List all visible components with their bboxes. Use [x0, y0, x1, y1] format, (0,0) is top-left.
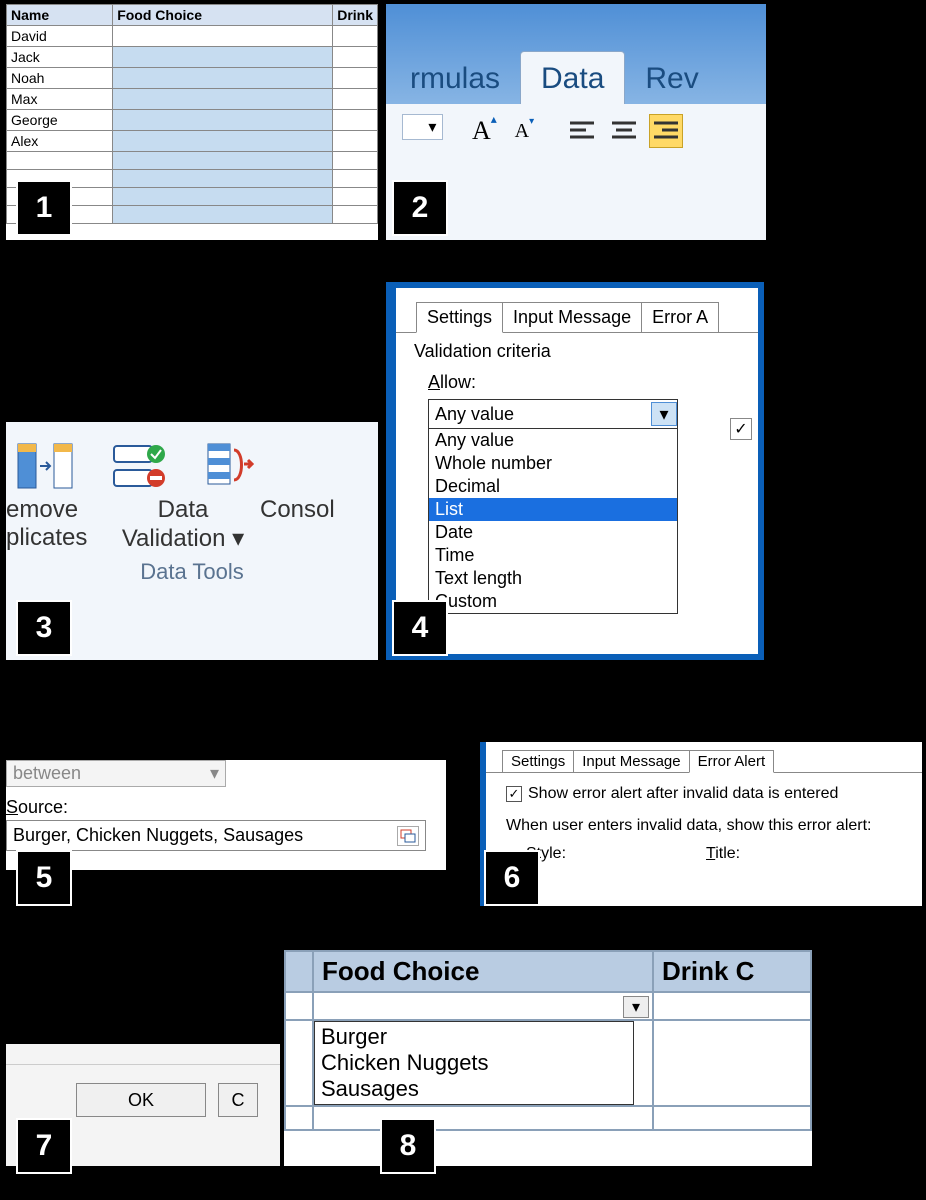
consolidate-icon[interactable]	[204, 440, 264, 496]
dd-option[interactable]: Burger	[321, 1024, 627, 1050]
cell-name[interactable]: Alex	[7, 131, 113, 152]
align-left-icon[interactable]	[565, 114, 599, 148]
cell-name[interactable]: David	[7, 26, 113, 47]
validation-label-2: Validation	[122, 525, 226, 552]
data-combobox-disabled: between▾	[6, 760, 226, 787]
col-food: Food Choice	[113, 5, 333, 26]
col-drink: Drink	[333, 5, 378, 26]
step-number-3: 3	[16, 600, 72, 656]
chevron-down-icon[interactable]: ▾	[651, 402, 677, 426]
option-custom[interactable]: Custom	[429, 590, 677, 613]
validation-label-1: Data	[118, 496, 248, 524]
allow-dropdown-list[interactable]: Any value Whole number Decimal List Date…	[428, 429, 678, 614]
style-label: tyle:	[537, 845, 566, 862]
chevron-down-icon[interactable]: ▾	[232, 525, 244, 552]
option-text-length[interactable]: Text length	[429, 567, 677, 590]
panel-8-result: Food Choice Drink C ▾ Burger Chicken Nug…	[284, 950, 812, 1166]
dd-option[interactable]: Sausages	[321, 1076, 627, 1102]
step-number-4: 4	[392, 600, 448, 656]
allow-selected: Any value	[435, 404, 514, 425]
step-number-2: 2	[392, 180, 448, 236]
remove-duplicates-icon[interactable]	[16, 440, 76, 496]
tab-data[interactable]: Data	[520, 51, 625, 104]
option-decimal[interactable]: Decimal	[429, 475, 677, 498]
step-number-7: 7	[16, 1118, 72, 1174]
tab-formulas[interactable]: rmulas	[390, 52, 520, 104]
step-number-1: 1	[16, 180, 72, 236]
tab-input-message[interactable]: Input Message	[573, 750, 689, 773]
option-time[interactable]: Time	[429, 544, 677, 567]
step-number-5: 5	[16, 850, 72, 906]
option-any-value[interactable]: Any value	[429, 429, 677, 452]
cell-name[interactable]: Max	[7, 89, 113, 110]
ok-button[interactable]: OK	[76, 1083, 206, 1117]
panel-5-source: between▾ Source: Burger, Chicken Nuggets…	[6, 760, 446, 870]
option-list[interactable]: List	[429, 498, 677, 521]
cell-name[interactable]: George	[7, 110, 113, 131]
step-number-8: 8	[380, 1118, 436, 1174]
option-whole-number[interactable]: Whole number	[429, 452, 677, 475]
error-note: When user enters invalid data, show this…	[506, 817, 922, 835]
show-error-checkbox[interactable]: ✓	[506, 786, 522, 802]
allow-label: llow:	[440, 372, 476, 392]
show-error-label: Show error alert after invalid data is e…	[528, 785, 838, 803]
decrease-font-icon[interactable]: A▾	[507, 114, 541, 148]
align-center-icon[interactable]	[607, 114, 641, 148]
remove-label-2: plicates	[6, 524, 106, 552]
tab-error-alert[interactable]: Error A	[641, 302, 719, 333]
checkbox[interactable]: ✓	[730, 418, 752, 440]
col-food-choice: Food Choice	[313, 951, 653, 992]
dd-option[interactable]: Chicken Nuggets	[321, 1050, 627, 1076]
validated-cell[interactable]: ▾	[313, 992, 653, 1020]
ribbon-group-label: Data Tools	[6, 559, 378, 585]
tab-input-message[interactable]: Input Message	[502, 302, 642, 333]
dropdown-arrow-icon[interactable]: ▾	[623, 996, 649, 1018]
dropdown-list[interactable]: Burger Chicken Nuggets Sausages	[314, 1021, 634, 1105]
col-drink: Drink C	[653, 951, 811, 992]
tab-review[interactable]: Rev	[625, 52, 718, 104]
increase-font-icon[interactable]: A▴	[467, 114, 501, 148]
source-input[interactable]: Burger, Chicken Nuggets, Sausages	[6, 820, 426, 851]
panel-6-error-alert: Settings Input Message Error Alert ✓ Sho…	[480, 742, 922, 906]
tab-settings[interactable]: Settings	[416, 302, 503, 333]
cell-name[interactable]: Jack	[7, 47, 113, 68]
source-label: ource:	[18, 797, 68, 817]
remove-label-1: emove	[6, 496, 106, 524]
allow-combobox[interactable]: Any value ▾	[428, 399, 678, 429]
step-number-6: 6	[484, 850, 540, 906]
range-selector-icon[interactable]	[397, 826, 419, 846]
consolidate-label: Consol	[260, 496, 350, 553]
align-highlight-icon[interactable]	[649, 114, 683, 148]
col-name: Name	[7, 5, 113, 26]
chevron-down-icon: ▾	[210, 763, 219, 784]
chevron-down-icon: ▾	[428, 117, 436, 137]
font-size-combo[interactable]: ▾	[402, 114, 443, 140]
option-date[interactable]: Date	[429, 521, 677, 544]
title-label: itle:	[715, 845, 740, 862]
data-validation-icon[interactable]	[110, 440, 170, 496]
cell-name[interactable]: Noah	[7, 68, 113, 89]
source-value: Burger, Chicken Nuggets, Sausages	[13, 825, 303, 846]
tab-settings[interactable]: Settings	[502, 750, 574, 773]
tab-error-alert[interactable]: Error Alert	[689, 750, 775, 773]
criteria-label: Validation criteria	[414, 341, 758, 362]
cancel-button[interactable]: C	[218, 1083, 258, 1117]
